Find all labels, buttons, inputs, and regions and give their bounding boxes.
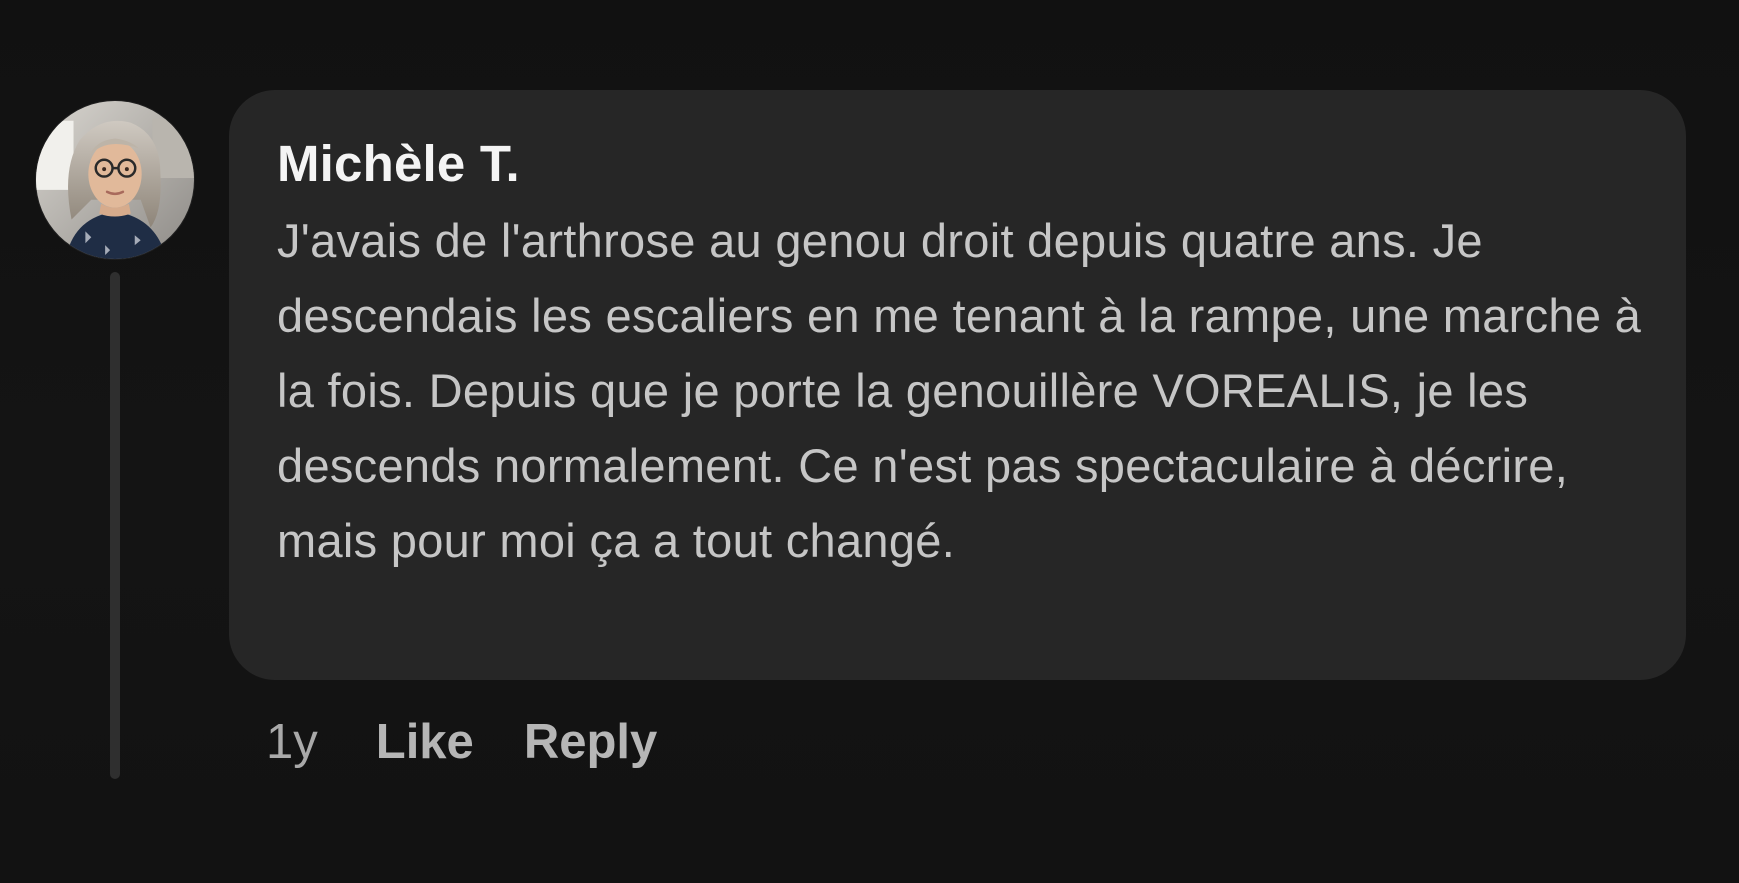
comment-actions: 1y Like Reply: [266, 712, 707, 772]
comment-bubble: Michèle T. J'avais de l'arthrose au geno…: [229, 90, 1686, 680]
thread-connector-line: [110, 272, 120, 779]
comment-text: J'avais de l'arthrose au genou droit dep…: [277, 214, 1642, 567]
reply-button[interactable]: Reply: [524, 714, 657, 770]
profile-photo: [36, 101, 194, 259]
comment-author-name[interactable]: Michèle T.: [277, 132, 1638, 196]
comment-thread: Michèle T. J'avais de l'arthrose au geno…: [0, 0, 1739, 883]
avatar[interactable]: [36, 101, 194, 259]
comment-timestamp[interactable]: 1y: [266, 714, 318, 770]
like-button[interactable]: Like: [376, 714, 474, 770]
